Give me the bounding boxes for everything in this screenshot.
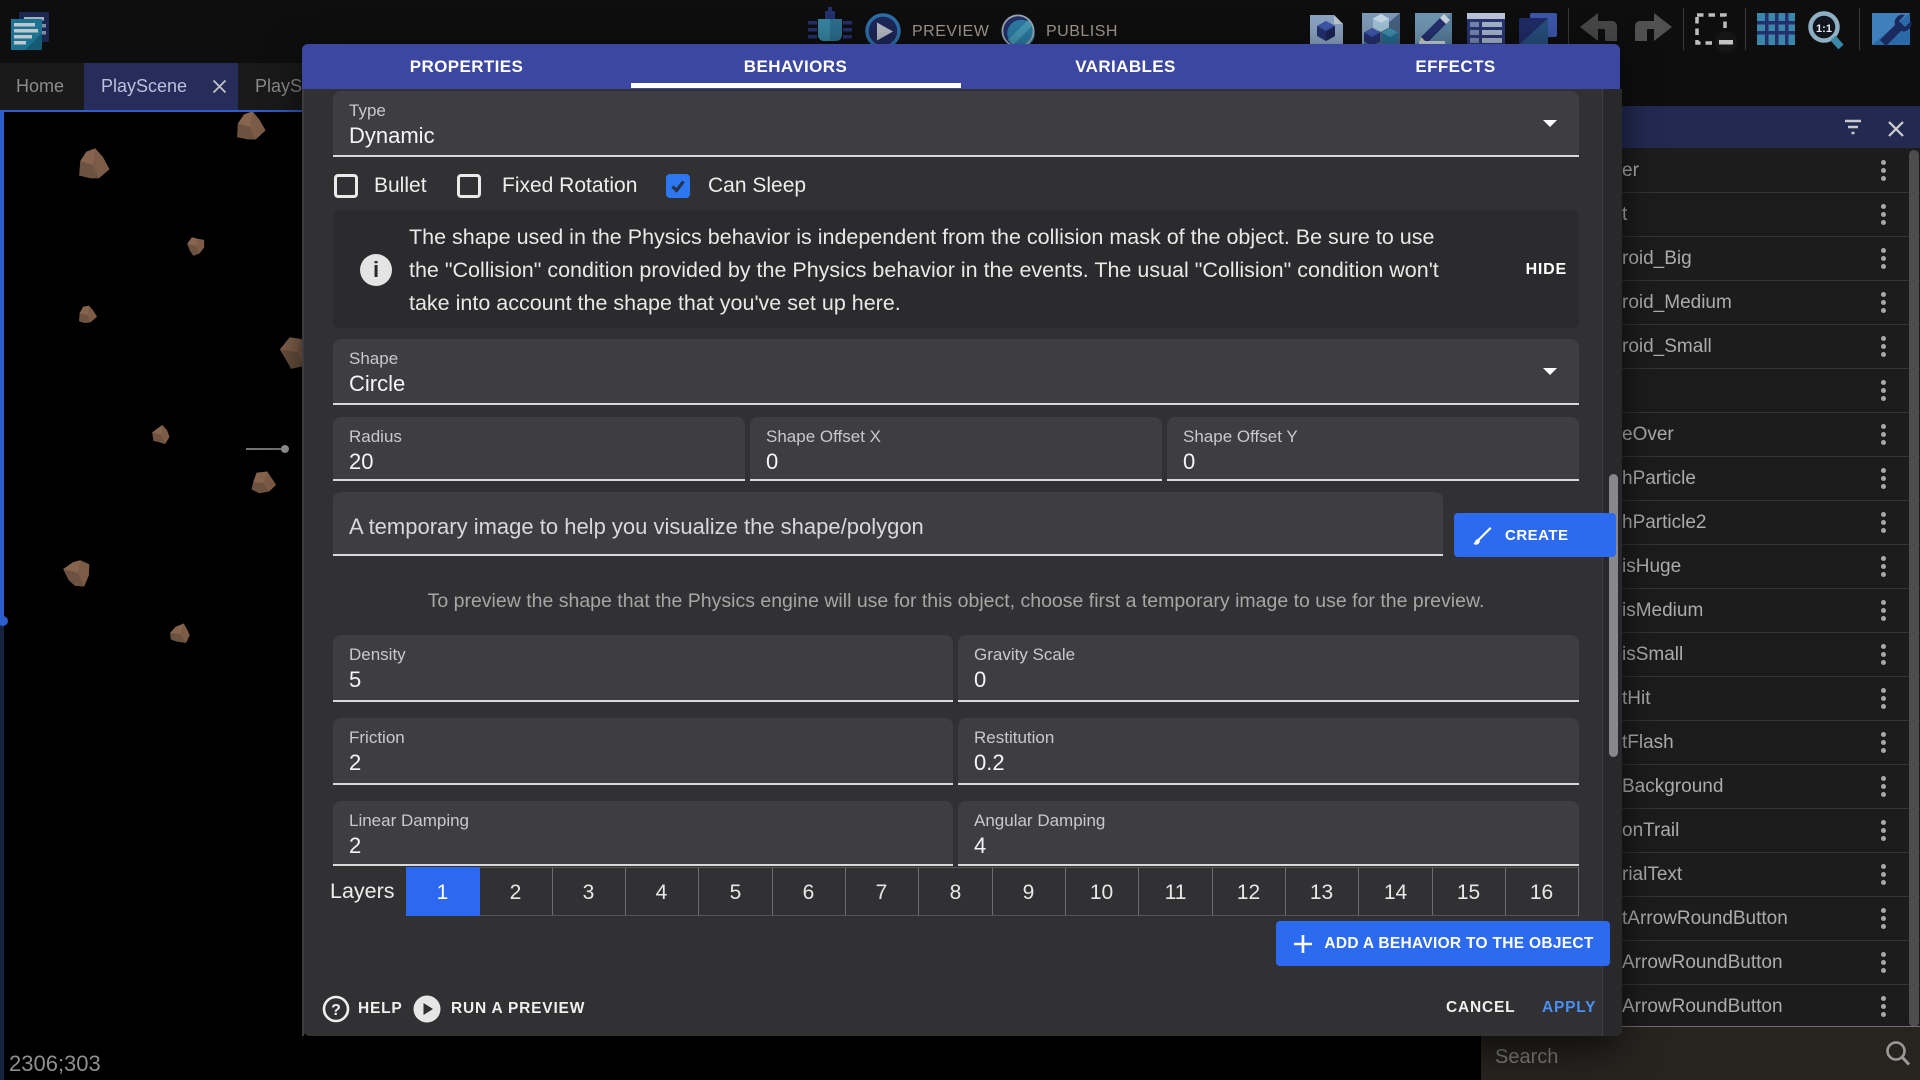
svg-text:?: ? [331, 1002, 341, 1019]
svg-text:1:1: 1:1 [1816, 23, 1832, 35]
